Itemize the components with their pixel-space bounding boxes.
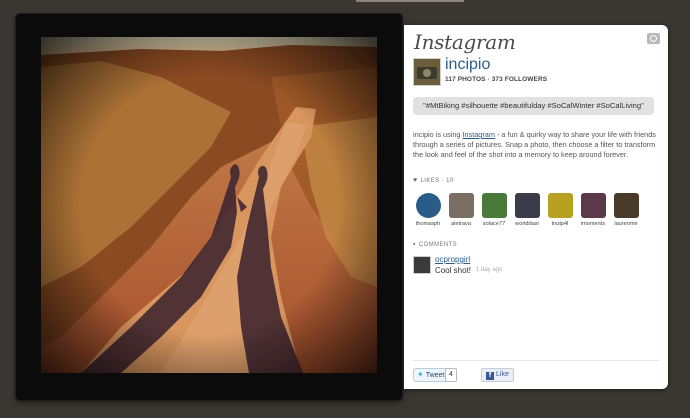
liker-item[interactable]: worlddasi (512, 193, 542, 227)
liker-item[interactable]: imoments (578, 193, 608, 227)
liker-avatar (547, 193, 573, 218)
twitter-bird-icon: ✦ (417, 370, 424, 379)
liker-avatar (415, 193, 441, 218)
liker-name: imoments (580, 221, 606, 227)
facebook-like-button[interactable]: f Like (481, 368, 514, 382)
share-divider (413, 360, 659, 361)
tweet-button[interactable]: ✦ Tweet (413, 368, 450, 382)
liker-name: solace77 (482, 221, 506, 227)
liker-item[interactable]: aletrava (446, 193, 476, 227)
profile-avatar[interactable] (413, 58, 441, 86)
photo-image (41, 37, 377, 373)
liker-avatar (613, 193, 639, 218)
camera-icon[interactable] (647, 33, 660, 44)
comment-timestamp: 1 day ago (476, 267, 503, 273)
liker-name: aletrava (451, 221, 471, 227)
post-details-panel: Instagram incipio 117 PHOTOS · 373 FOLLO… (404, 25, 668, 389)
liker-item[interactable]: thomasph (413, 193, 443, 227)
likes-header: ♥ LIKES · 10 (413, 177, 454, 184)
likes-label: LIKES (420, 178, 440, 184)
comment-username[interactable]: ocpropgirl (435, 255, 470, 264)
profile-stats: 117 PHOTOS · 373 FOLLOWERS (445, 76, 548, 83)
liker-name: laurenme (614, 221, 638, 227)
top-tab-indicator (356, 0, 464, 2)
liker-avatar (481, 193, 507, 218)
tweet-label: Tweet (425, 372, 445, 379)
comments-header: ▪ COMMENTS (413, 241, 457, 248)
liker-avatar (514, 193, 540, 218)
liker-name: thomasph (415, 221, 441, 227)
liker-item[interactable]: tnutp4l (545, 193, 575, 227)
photo-frame (16, 14, 402, 400)
avatar-image (414, 59, 440, 85)
comment-icon: ▪ (413, 241, 416, 248)
post-hashtags: "#MtBiking #silhouette #beautifulday #So… (413, 97, 654, 115)
post-description: incipio is using Instagram - a fun & qui… (413, 130, 657, 160)
commenter-avatar[interactable] (413, 256, 431, 274)
facebook-icon: f (486, 372, 494, 380)
heart-icon: ♥ (413, 177, 418, 184)
instagram-logo: Instagram (414, 30, 516, 54)
comment-text: Cool shot! (435, 266, 472, 275)
liker-item[interactable]: laurenme (611, 193, 641, 227)
comments-label: COMMENTS (418, 242, 458, 248)
description-text-pre: incipio is using (413, 130, 463, 139)
instagram-link[interactable]: Instagram (462, 130, 494, 139)
post-photo[interactable] (41, 37, 377, 373)
tweet-count: 4 (445, 368, 457, 382)
likes-count: 10 (446, 178, 454, 184)
profile-username[interactable]: incipio (445, 56, 490, 74)
likers-list: thomasph aletrava solace77 worlddasi tnu… (413, 193, 663, 233)
like-label: Like (496, 371, 509, 378)
liker-name: tnutp4l (551, 221, 569, 227)
liker-item[interactable]: solace77 (479, 193, 509, 227)
liker-name: worlddasi (515, 221, 539, 227)
liker-avatar (448, 193, 474, 218)
liker-avatar (580, 193, 606, 218)
